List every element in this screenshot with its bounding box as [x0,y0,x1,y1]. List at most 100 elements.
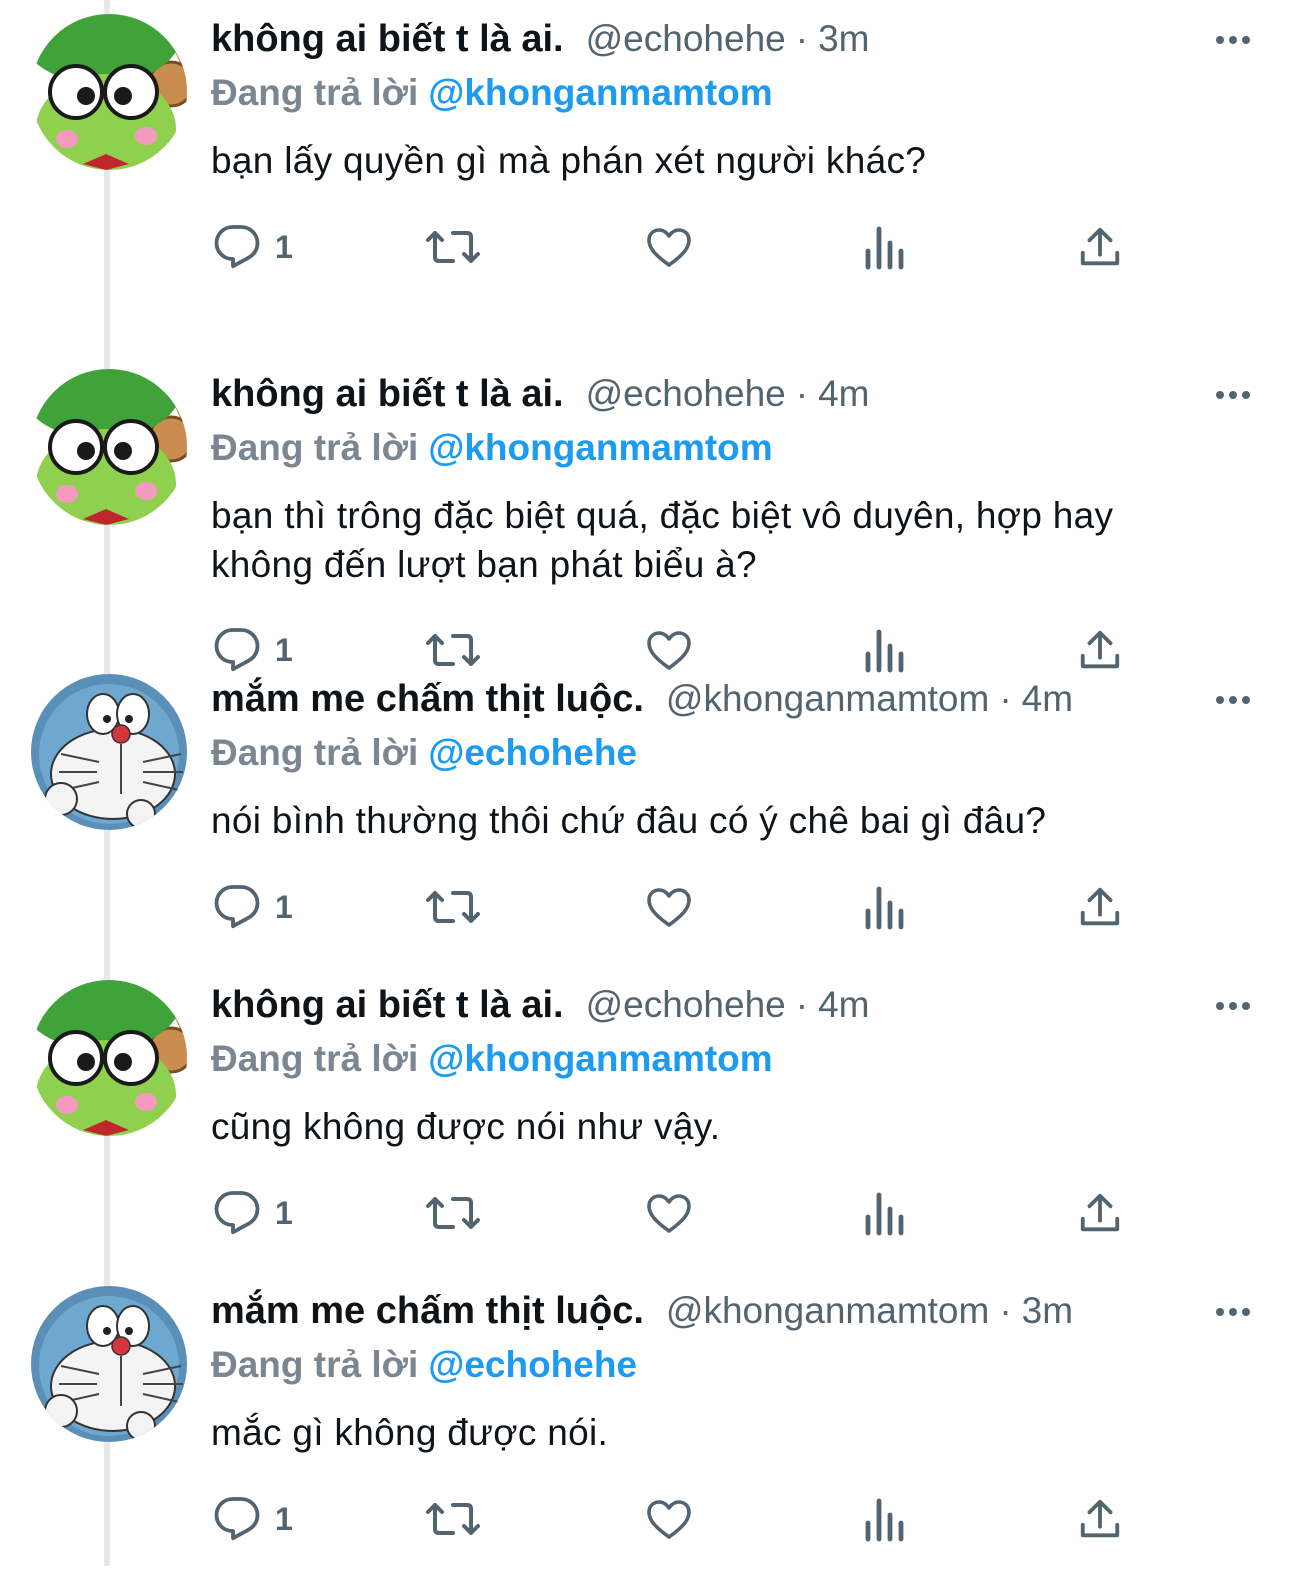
retweet-button[interactable] [424,882,482,932]
analytics-icon [865,1498,904,1542]
action-bar: 1 [0,1494,1290,1544]
share-button[interactable] [1077,1188,1123,1238]
tweet-header: mắm me chấm thịt luộc. @khonganmamtom · … [211,1290,1250,1342]
replying-to-label: Đang trả lời [211,427,419,468]
handle[interactable]: @echohehe [586,18,786,60]
timestamp[interactable]: 3m [818,18,869,60]
tweet-text: bạn lấy quyền gì mà phán xét người khác? [211,140,927,181]
replying-to-handle[interactable]: @khonganmamtom [428,1038,772,1079]
like-button[interactable] [644,222,694,272]
timestamp[interactable]: 3m [1022,1290,1073,1332]
display-name[interactable]: không ai biết t là ai. [211,18,564,61]
frog-avatar[interactable] [31,14,187,170]
tweet[interactable]: mắm me chấm thịt luộc. @khonganmamtom · … [0,660,1290,966]
tweet-header: mắm me chấm thịt luộc. @khonganmamtom · … [211,678,1250,730]
replying-to: Đang trả lời @echohehe [211,732,637,774]
display-name[interactable]: mắm me chấm thịt luộc. [211,678,644,721]
heart-icon [647,1194,691,1233]
like-button[interactable] [644,1494,694,1544]
display-name[interactable]: không ai biết t là ai. [211,373,564,416]
retweet-button[interactable] [424,1188,482,1238]
share-icon [1080,1193,1120,1232]
share-button[interactable] [1077,1494,1123,1544]
reply-button[interactable]: 1 [213,882,293,932]
share-icon [1080,887,1120,926]
reply-count: 1 [275,1194,293,1231]
heart-icon [647,1500,691,1539]
display-name[interactable]: mắm me chấm thịt luộc. [211,1290,644,1333]
separator-dot: · [795,18,809,59]
reply-icon [214,1497,260,1541]
heart-icon [647,228,691,267]
reply-button[interactable]: 1 [213,1188,293,1238]
more-options-icon[interactable] [1208,375,1258,415]
replying-to-handle[interactable]: @echohehe [428,732,637,773]
reply-icon [214,1191,260,1235]
tweet-text: nói bình thường thôi chứ đâu có ý chê ba… [211,800,1047,841]
replying-to: Đang trả lời @echohehe [211,1344,637,1386]
views-button[interactable] [862,1494,906,1544]
share-button[interactable] [1077,882,1123,932]
tweet-text: cũng không được nói như vậy. [211,1106,721,1147]
tweet[interactable]: không ai biết t là ai. @echohehe · 4m Đa… [0,355,1290,673]
tweet-header: không ai biết t là ai. @echohehe · 3m [211,18,1250,70]
handle[interactable]: @khonganmamtom [666,678,989,720]
replying-to: Đang trả lời @khonganmamtom [211,427,773,469]
tweet[interactable]: không ai biết t là ai. @echohehe · 3m Đa… [0,0,1290,306]
frog-avatar[interactable] [31,980,187,1136]
retweet-icon [426,891,480,923]
like-button[interactable] [644,1188,694,1238]
tweet-header: không ai biết t là ai. @echohehe · 4m [211,984,1250,1036]
timestamp[interactable]: 4m [818,373,869,415]
replying-to-label: Đang trả lời [211,732,419,773]
like-button[interactable] [644,882,694,932]
views-button[interactable] [862,1188,906,1238]
display-name[interactable]: không ai biết t là ai. [211,984,564,1027]
retweet-icon [426,1197,480,1229]
reply-count: 1 [275,228,293,265]
action-bar: 1 [0,222,1290,272]
reply-icon [214,225,260,269]
separator-dot: · [795,984,809,1025]
handle[interactable]: @echohehe [586,373,786,415]
timestamp[interactable]: 4m [1022,678,1073,720]
retweet-icon [426,1503,480,1535]
replying-to-handle[interactable]: @echohehe [428,1344,637,1385]
replying-to-label: Đang trả lời [211,1038,419,1079]
reply-button[interactable]: 1 [213,1494,293,1544]
replying-to-handle[interactable]: @khonganmamtom [428,427,772,468]
retweet-button[interactable] [424,1494,482,1544]
replying-to-handle[interactable]: @khonganmamtom [428,72,772,113]
timestamp[interactable]: 4m [818,984,869,1026]
handle[interactable]: @khonganmamtom [666,1290,989,1332]
more-options-icon[interactable] [1208,1292,1258,1332]
share-button[interactable] [1077,222,1123,272]
views-button[interactable] [862,882,906,932]
share-icon [1080,1499,1120,1538]
tweet[interactable]: không ai biết t là ai. @echohehe · 4m Đa… [0,966,1290,1272]
separator-dot: · [795,373,809,414]
robot-cat-avatar[interactable] [31,1286,187,1442]
heart-icon [647,888,691,927]
separator-dot: · [999,1290,1012,1331]
reply-button[interactable]: 1 [213,222,293,272]
replying-to-label: Đang trả lời [211,72,419,113]
robot-cat-avatar[interactable] [31,674,187,830]
tweet[interactable]: mắm me chấm thịt luộc. @khonganmamtom · … [0,1272,1290,1578]
separator-dot: · [999,678,1012,719]
reply-count: 1 [275,1500,293,1537]
reply-icon [214,885,260,929]
analytics-icon [865,226,904,270]
analytics-icon [865,1192,904,1236]
more-options-icon[interactable] [1208,986,1258,1026]
more-options-icon[interactable] [1208,20,1258,60]
retweet-button[interactable] [424,222,482,272]
share-icon [1080,227,1120,266]
handle[interactable]: @echohehe [586,984,786,1026]
tweet-text: bạn thì trông đặc biệt quá, đặc biệt vô … [211,495,1114,585]
replying-to-label: Đang trả lời [211,1344,419,1385]
replying-to: Đang trả lời @khonganmamtom [211,72,773,114]
more-options-icon[interactable] [1208,680,1258,720]
views-button[interactable] [862,222,906,272]
frog-avatar[interactable] [31,369,187,525]
